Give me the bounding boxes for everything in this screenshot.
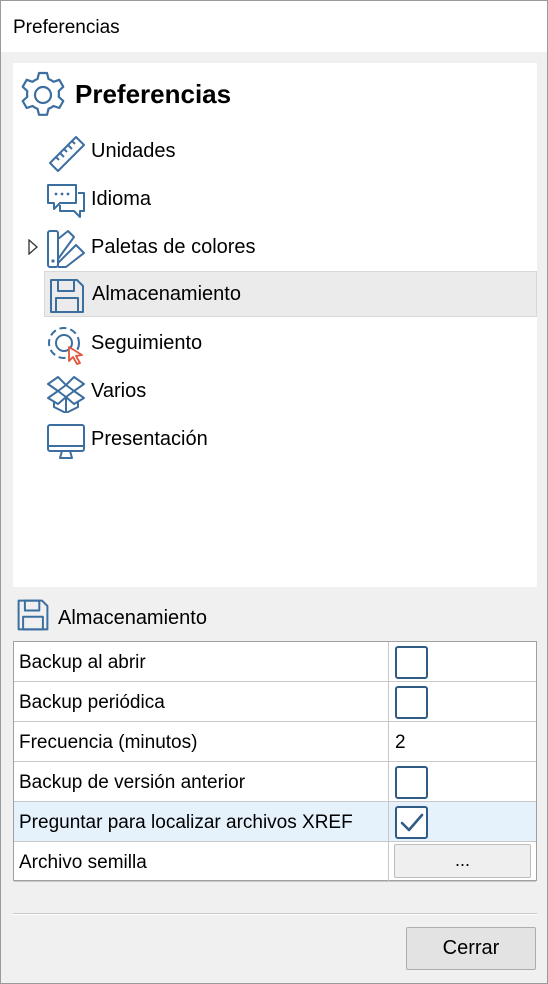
tree-item-idioma[interactable]: Idioma: [44, 177, 537, 223]
property-value: ...: [389, 842, 536, 881]
property-value[interactable]: 2: [389, 722, 536, 761]
footer-divider: [13, 913, 537, 915]
property-name: Backup periódica: [14, 682, 389, 721]
frecuencia-value[interactable]: 2: [395, 732, 406, 754]
property-row-backup-version-anterior: Backup de versión anterior: [14, 762, 536, 802]
section-title: Almacenamiento: [58, 607, 207, 629]
property-value: [389, 642, 536, 681]
preferences-tree: Preferencias Unidades Idioma Paletas de …: [13, 63, 537, 587]
property-row-backup-al-abrir: Backup al abrir: [14, 642, 536, 682]
gear-icon: [21, 71, 65, 116]
backup-al-abrir-checkbox[interactable]: [395, 646, 428, 679]
property-value: [389, 802, 536, 841]
property-name: Preguntar para localizar archivos XREF: [14, 802, 389, 841]
property-name: Frecuencia (minutos): [14, 722, 389, 761]
tree-item-label: Seguimiento: [91, 332, 203, 354]
property-row-backup-periodica: Backup periódica: [14, 682, 536, 722]
section-header: Almacenamiento: [15, 597, 415, 637]
tree-root-preferencias[interactable]: Preferencias: [17, 67, 417, 117]
tree-item-label: Paletas de colores: [91, 236, 256, 258]
monitor-icon: [47, 424, 85, 459]
tree-item-label: Varios: [91, 380, 147, 402]
backup-version-anterior-checkbox[interactable]: [395, 766, 428, 799]
tree-item-label: Idioma: [91, 188, 152, 210]
snap-target-icon: [48, 327, 83, 365]
property-row-frecuencia: Frecuencia (minutos) 2: [14, 722, 536, 762]
speech-bubbles-icon: [47, 184, 85, 218]
floppy-disk-icon: [50, 279, 84, 313]
color-palette-icon: [47, 230, 85, 268]
property-grid: Backup al abrir Backup periódica Frecuen…: [13, 641, 537, 882]
property-name: Archivo semilla: [14, 842, 389, 881]
property-row-archivo-semilla: Archivo semilla ...: [14, 842, 536, 882]
title-bar: Preferencias: [1, 1, 547, 52]
window-title: Preferencias: [13, 17, 120, 38]
tree-item-varios[interactable]: Varios: [44, 369, 537, 415]
expand-arrow-icon[interactable]: [27, 239, 39, 255]
dropbox-icon: [47, 376, 85, 413]
backup-periodica-checkbox[interactable]: [395, 686, 428, 719]
property-row-preguntar-xref: Preguntar para localizar archivos XREF: [14, 802, 536, 842]
tree-root-label: Preferencias: [75, 79, 232, 109]
preguntar-xref-checkbox[interactable]: [395, 806, 428, 839]
ruler-icon: [49, 136, 85, 172]
tree-item-paletas-de-colores[interactable]: Paletas de colores: [44, 225, 537, 271]
checkmark-icon: [400, 813, 424, 832]
property-name: Backup al abrir: [14, 642, 389, 681]
tree-item-almacenamiento[interactable]: Almacenamiento: [44, 271, 537, 317]
tree-item-seguimiento[interactable]: Seguimiento: [44, 321, 537, 367]
preferences-dialog: Preferencias Preferencias Unidades Idiom…: [0, 0, 548, 984]
property-value: [389, 682, 536, 721]
property-value: [389, 762, 536, 801]
close-button[interactable]: Cerrar: [406, 927, 536, 970]
tree-item-unidades[interactable]: Unidades: [44, 129, 537, 175]
floppy-disk-icon: [17, 599, 49, 631]
tree-item-label: Almacenamiento: [92, 283, 241, 305]
property-name: Backup de versión anterior: [14, 762, 389, 801]
tree-item-presentacion[interactable]: Presentación: [44, 417, 537, 463]
tree-item-label: Unidades: [91, 140, 176, 162]
browse-button[interactable]: ...: [394, 844, 531, 878]
tree-item-label: Presentación: [91, 428, 208, 450]
